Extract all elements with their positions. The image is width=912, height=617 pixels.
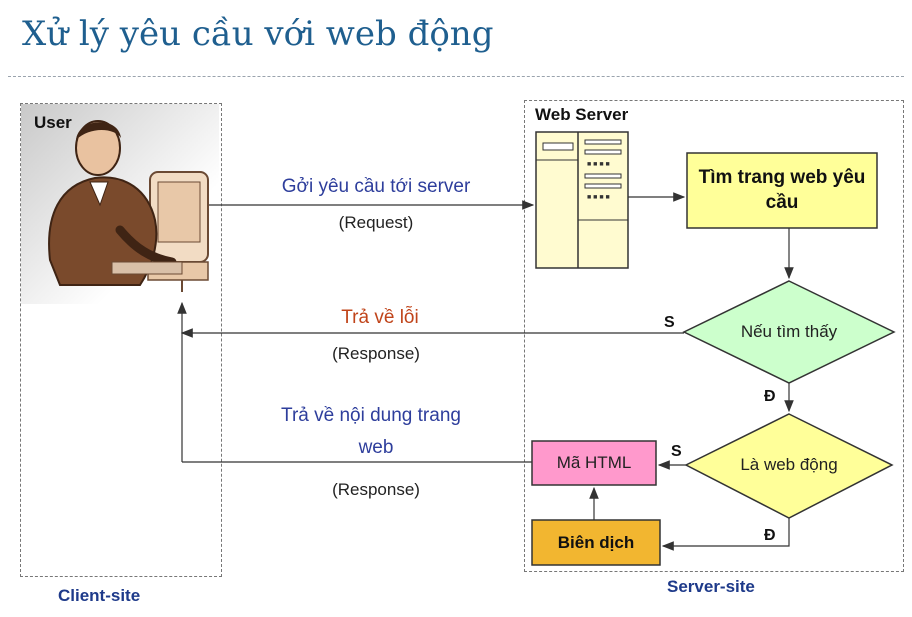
no-label-1: S [664, 314, 675, 331]
server-site-label: Server-site [667, 577, 755, 596]
client-site-label: Client-site [58, 586, 141, 605]
request-sub: (Request) [338, 213, 414, 232]
yes-label-2: Đ [764, 527, 776, 544]
svg-text:■ ■ ■ ■: ■ ■ ■ ■ [587, 194, 610, 201]
svg-text:■ ■ ■ ■: ■ ■ ■ ■ [587, 161, 610, 168]
content-text-line1: Trả về nội dung trang [281, 405, 461, 426]
content-text-line2: web [358, 437, 394, 458]
no-label-2: S [671, 443, 682, 460]
html-code-label: Mã HTML [556, 453, 632, 472]
compile-label: Biên dịch [557, 532, 635, 552]
error-text: Trả về lỗi [341, 307, 419, 328]
web-server-label: Web Server [535, 105, 629, 124]
request-text: Gởi yêu cầu tới server [281, 176, 471, 197]
is-dynamic-label: Là web động [740, 455, 838, 474]
error-sub: (Response) [332, 344, 420, 363]
yes-label-1: Đ [764, 388, 776, 405]
content-sub: (Response) [332, 480, 420, 499]
user-illustration [21, 104, 219, 304]
web-server-icon: ■ ■ ■ ■ ■ ■ ■ ■ [535, 131, 629, 269]
user-label: User [34, 113, 72, 132]
if-found-label: Nếu tìm thấy [740, 322, 838, 341]
find-page-label: Tìm trang web yêu cầu [698, 166, 866, 213]
